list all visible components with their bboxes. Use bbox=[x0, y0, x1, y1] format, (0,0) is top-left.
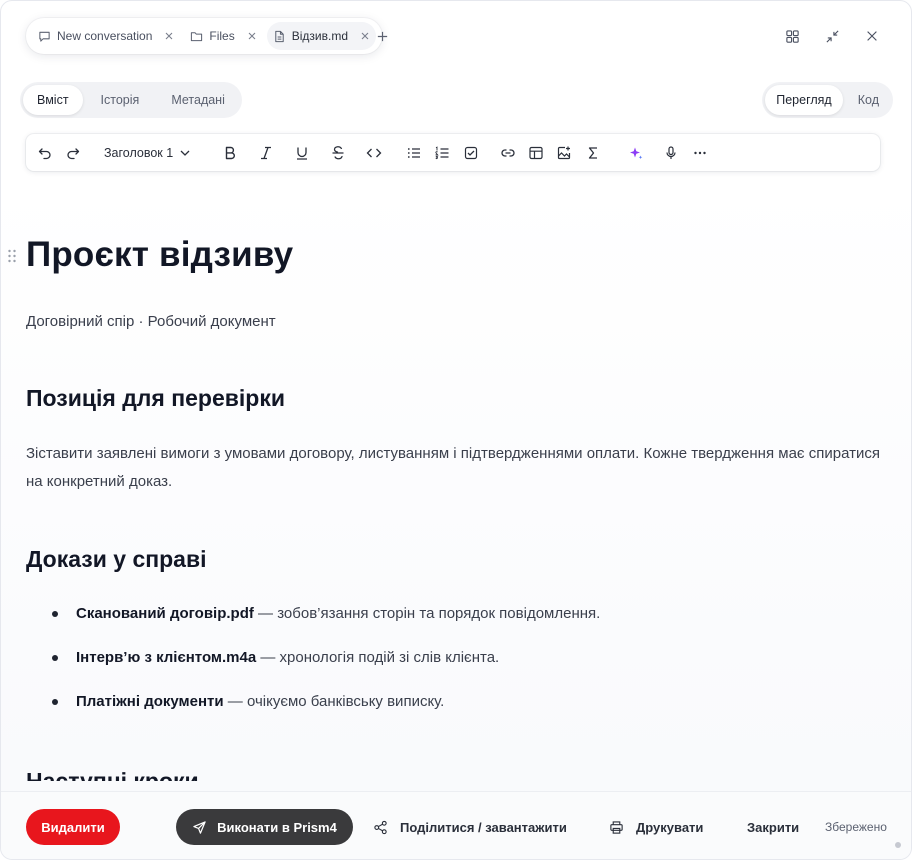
bullet-dot bbox=[52, 699, 58, 705]
send-icon bbox=[193, 820, 206, 834]
table-icon[interactable] bbox=[526, 143, 546, 163]
code-mode-button[interactable]: Код bbox=[847, 85, 890, 115]
tab-vidzyv-md[interactable]: Відзив.md bbox=[266, 22, 376, 50]
section-tabs: Вміст Історія Метадані bbox=[20, 82, 242, 118]
close-label: Закрити bbox=[747, 819, 800, 835]
chat-bubble-icon bbox=[38, 30, 51, 43]
share-label: Поділитися / завантажити bbox=[400, 819, 567, 835]
heading-level-select[interactable]: Заголовок 1 bbox=[104, 143, 191, 163]
chevron-down-icon bbox=[180, 150, 190, 156]
undo-icon[interactable] bbox=[35, 143, 55, 163]
run-in-prism-button[interactable]: Виконати в Prism4 bbox=[176, 809, 353, 845]
heading-level-value: Заголовок 1 bbox=[104, 146, 174, 160]
bullet-dot bbox=[52, 611, 58, 617]
document-icon bbox=[273, 30, 286, 43]
view-mode-toggle: Перегляд Код bbox=[762, 82, 893, 118]
close-icon[interactable] bbox=[164, 31, 174, 41]
printer-icon bbox=[610, 820, 623, 834]
evidence-name: Інтерв’ю з клієнтом.m4a bbox=[76, 649, 257, 666]
close-icon[interactable] bbox=[247, 31, 257, 41]
formula-sigma-icon[interactable] bbox=[583, 143, 603, 163]
tab-label: Відзив.md bbox=[291, 29, 348, 43]
tab-new-conversation[interactable]: New conversation bbox=[32, 22, 180, 50]
link-icon[interactable] bbox=[498, 143, 518, 163]
plus-icon bbox=[377, 31, 387, 41]
evidence-description: — хронологія подій зі слів клієнта. bbox=[256, 649, 500, 666]
close-button[interactable]: Закрити bbox=[747, 809, 799, 845]
italic-icon[interactable] bbox=[256, 143, 276, 163]
print-label: Друкувати bbox=[636, 819, 704, 835]
section-paragraph[interactable]: Зіставити заявлені вимоги з умовами дого… bbox=[26, 440, 886, 496]
list-item[interactable]: Інтерв’ю з клієнтом.m4a — хронологія под… bbox=[26, 645, 886, 689]
tab-history[interactable]: Історія bbox=[87, 85, 154, 115]
numbered-list-icon[interactable] bbox=[432, 143, 452, 163]
tab-files[interactable]: Files bbox=[184, 22, 262, 50]
evidence-description: — очікуємо банківську виписку. bbox=[223, 693, 445, 710]
run-label: Виконати в Prism4 bbox=[217, 819, 337, 835]
grid-layout-icon[interactable] bbox=[783, 27, 801, 45]
bold-icon[interactable] bbox=[220, 143, 240, 163]
evidence-description: — зобов’язання сторін та порядок повідом… bbox=[253, 605, 601, 622]
evidence-name: Платіжні документи bbox=[76, 693, 224, 710]
strikethrough-icon[interactable] bbox=[328, 143, 348, 163]
share-download-button[interactable]: Поділитися / завантажити bbox=[373, 809, 567, 845]
tab-label: Files bbox=[209, 29, 235, 43]
preview-mode-button[interactable]: Перегляд bbox=[765, 85, 843, 115]
tab-metadata[interactable]: Метадані bbox=[157, 85, 239, 115]
formatting-toolbar: Заголовок 1 bbox=[26, 134, 880, 171]
section-heading-partial[interactable]: Наступні кроки bbox=[26, 767, 199, 781]
evidence-list: Сканований договір.pdf — зобов’язання ст… bbox=[26, 601, 886, 733]
section-heading[interactable]: Докази у справі bbox=[26, 546, 207, 573]
checklist-icon[interactable] bbox=[461, 143, 481, 163]
insert-image-icon[interactable] bbox=[554, 143, 574, 163]
document-subtitle[interactable]: Договірний спір · Робочий документ bbox=[26, 313, 276, 330]
close-window-icon[interactable] bbox=[863, 27, 881, 45]
tab-label: New conversation bbox=[57, 29, 153, 43]
tab-content[interactable]: Вміст bbox=[23, 85, 83, 115]
list-item[interactable]: Сканований договір.pdf — зобов’язання ст… bbox=[26, 601, 886, 645]
microphone-icon[interactable] bbox=[661, 143, 681, 163]
underline-icon[interactable] bbox=[292, 143, 312, 163]
evidence-name: Сканований договір.pdf bbox=[76, 605, 254, 622]
add-tab-button[interactable] bbox=[373, 27, 391, 45]
bullet-list-icon[interactable] bbox=[404, 143, 424, 163]
more-options-icon[interactable] bbox=[690, 143, 710, 163]
print-button[interactable]: Друкувати bbox=[609, 809, 703, 845]
action-bar: Видалити Виконати в Prism4 Поділитися / … bbox=[1, 791, 911, 859]
delete-button[interactable]: Видалити bbox=[26, 809, 120, 845]
editor-window: New conversation Files Відзив.md Вміст І… bbox=[0, 0, 912, 860]
collapse-icon[interactable] bbox=[823, 27, 841, 45]
resize-indicator bbox=[895, 842, 901, 848]
drag-handle-icon[interactable] bbox=[7, 248, 17, 264]
folder-icon bbox=[190, 30, 203, 43]
section-heading[interactable]: Позиція для перевірки bbox=[26, 385, 285, 412]
share-icon bbox=[374, 820, 387, 834]
code-icon[interactable] bbox=[364, 143, 384, 163]
document-title[interactable]: Проєкт відзиву bbox=[26, 235, 293, 275]
list-item[interactable]: Платіжні документи — очікуємо банківську… bbox=[26, 689, 886, 733]
close-icon[interactable] bbox=[360, 31, 370, 41]
ai-sparkle-icon[interactable] bbox=[626, 143, 646, 163]
bullet-dot bbox=[52, 655, 58, 661]
tab-strip: New conversation Files Відзив.md bbox=[26, 18, 382, 54]
window-controls bbox=[783, 27, 881, 45]
save-status: Збережено bbox=[825, 820, 887, 834]
redo-icon[interactable] bbox=[63, 143, 83, 163]
